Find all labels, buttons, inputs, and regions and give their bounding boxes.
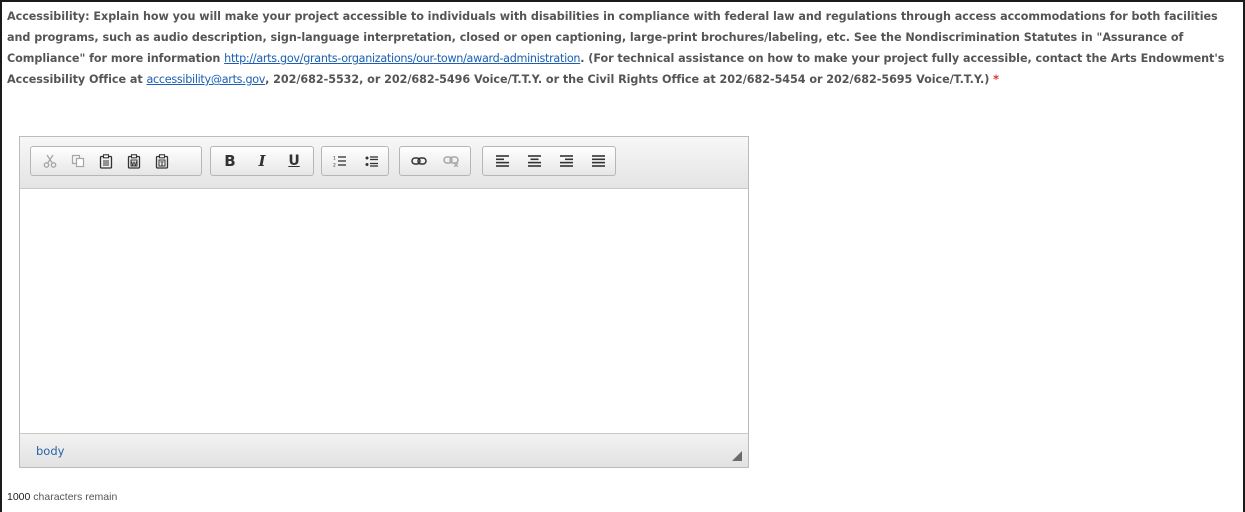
element-path-body[interactable]: body — [36, 444, 64, 458]
form-field-frame: Accessibility: Explain how you will make… — [0, 0, 1245, 512]
editor-toolbar: W T B I U 12 — [20, 137, 748, 189]
paste-as-text-icon[interactable]: T — [148, 147, 176, 175]
editor-content-area[interactable] — [20, 189, 748, 433]
align-right-icon[interactable] — [552, 147, 580, 175]
svg-text:2: 2 — [333, 162, 336, 168]
align-left-icon[interactable] — [488, 147, 516, 175]
basic-style-group: B I U — [210, 146, 314, 176]
resize-handle-icon[interactable] — [732, 451, 742, 461]
link-icon[interactable] — [405, 147, 433, 175]
characters-remaining-count: 1000 — [7, 491, 31, 503]
editor-status-bar: body — [20, 433, 748, 467]
paste-icon[interactable] — [92, 147, 120, 175]
rich-text-editor: W T B I U 12 body — [19, 136, 749, 468]
clipboard-group: W T — [30, 146, 202, 176]
unlink-icon[interactable] — [437, 147, 465, 175]
question-text-3: , 202/682-5532, or 202/682-5496 Voice/T.… — [265, 73, 994, 86]
characters-remaining-label: characters remain — [30, 491, 118, 503]
question-label: Accessibility: Explain how you will make… — [7, 6, 1243, 90]
alignment-group — [482, 146, 616, 176]
paste-from-word-icon[interactable]: W — [120, 147, 148, 175]
justify-icon[interactable] — [584, 147, 612, 175]
list-group: 12 — [321, 146, 389, 176]
bold-icon[interactable]: B — [216, 147, 244, 175]
numbered-list-icon[interactable]: 12 — [326, 147, 354, 175]
required-marker: * — [993, 73, 999, 86]
cut-icon[interactable] — [36, 147, 64, 175]
link-group — [399, 146, 471, 176]
svg-text:W: W — [131, 161, 137, 167]
character-counter: 1000 characters remain — [7, 491, 117, 503]
copy-icon[interactable] — [64, 147, 92, 175]
svg-text:T: T — [160, 161, 164, 167]
award-administration-link[interactable]: http://arts.gov/grants-organizations/our… — [224, 52, 580, 65]
accessibility-email-link[interactable]: accessibility@arts.gov — [147, 73, 266, 86]
italic-icon[interactable]: I — [248, 147, 276, 175]
align-center-icon[interactable] — [520, 147, 548, 175]
underline-icon[interactable]: U — [280, 147, 308, 175]
svg-text:1: 1 — [333, 155, 336, 161]
bulleted-list-icon[interactable] — [358, 147, 386, 175]
